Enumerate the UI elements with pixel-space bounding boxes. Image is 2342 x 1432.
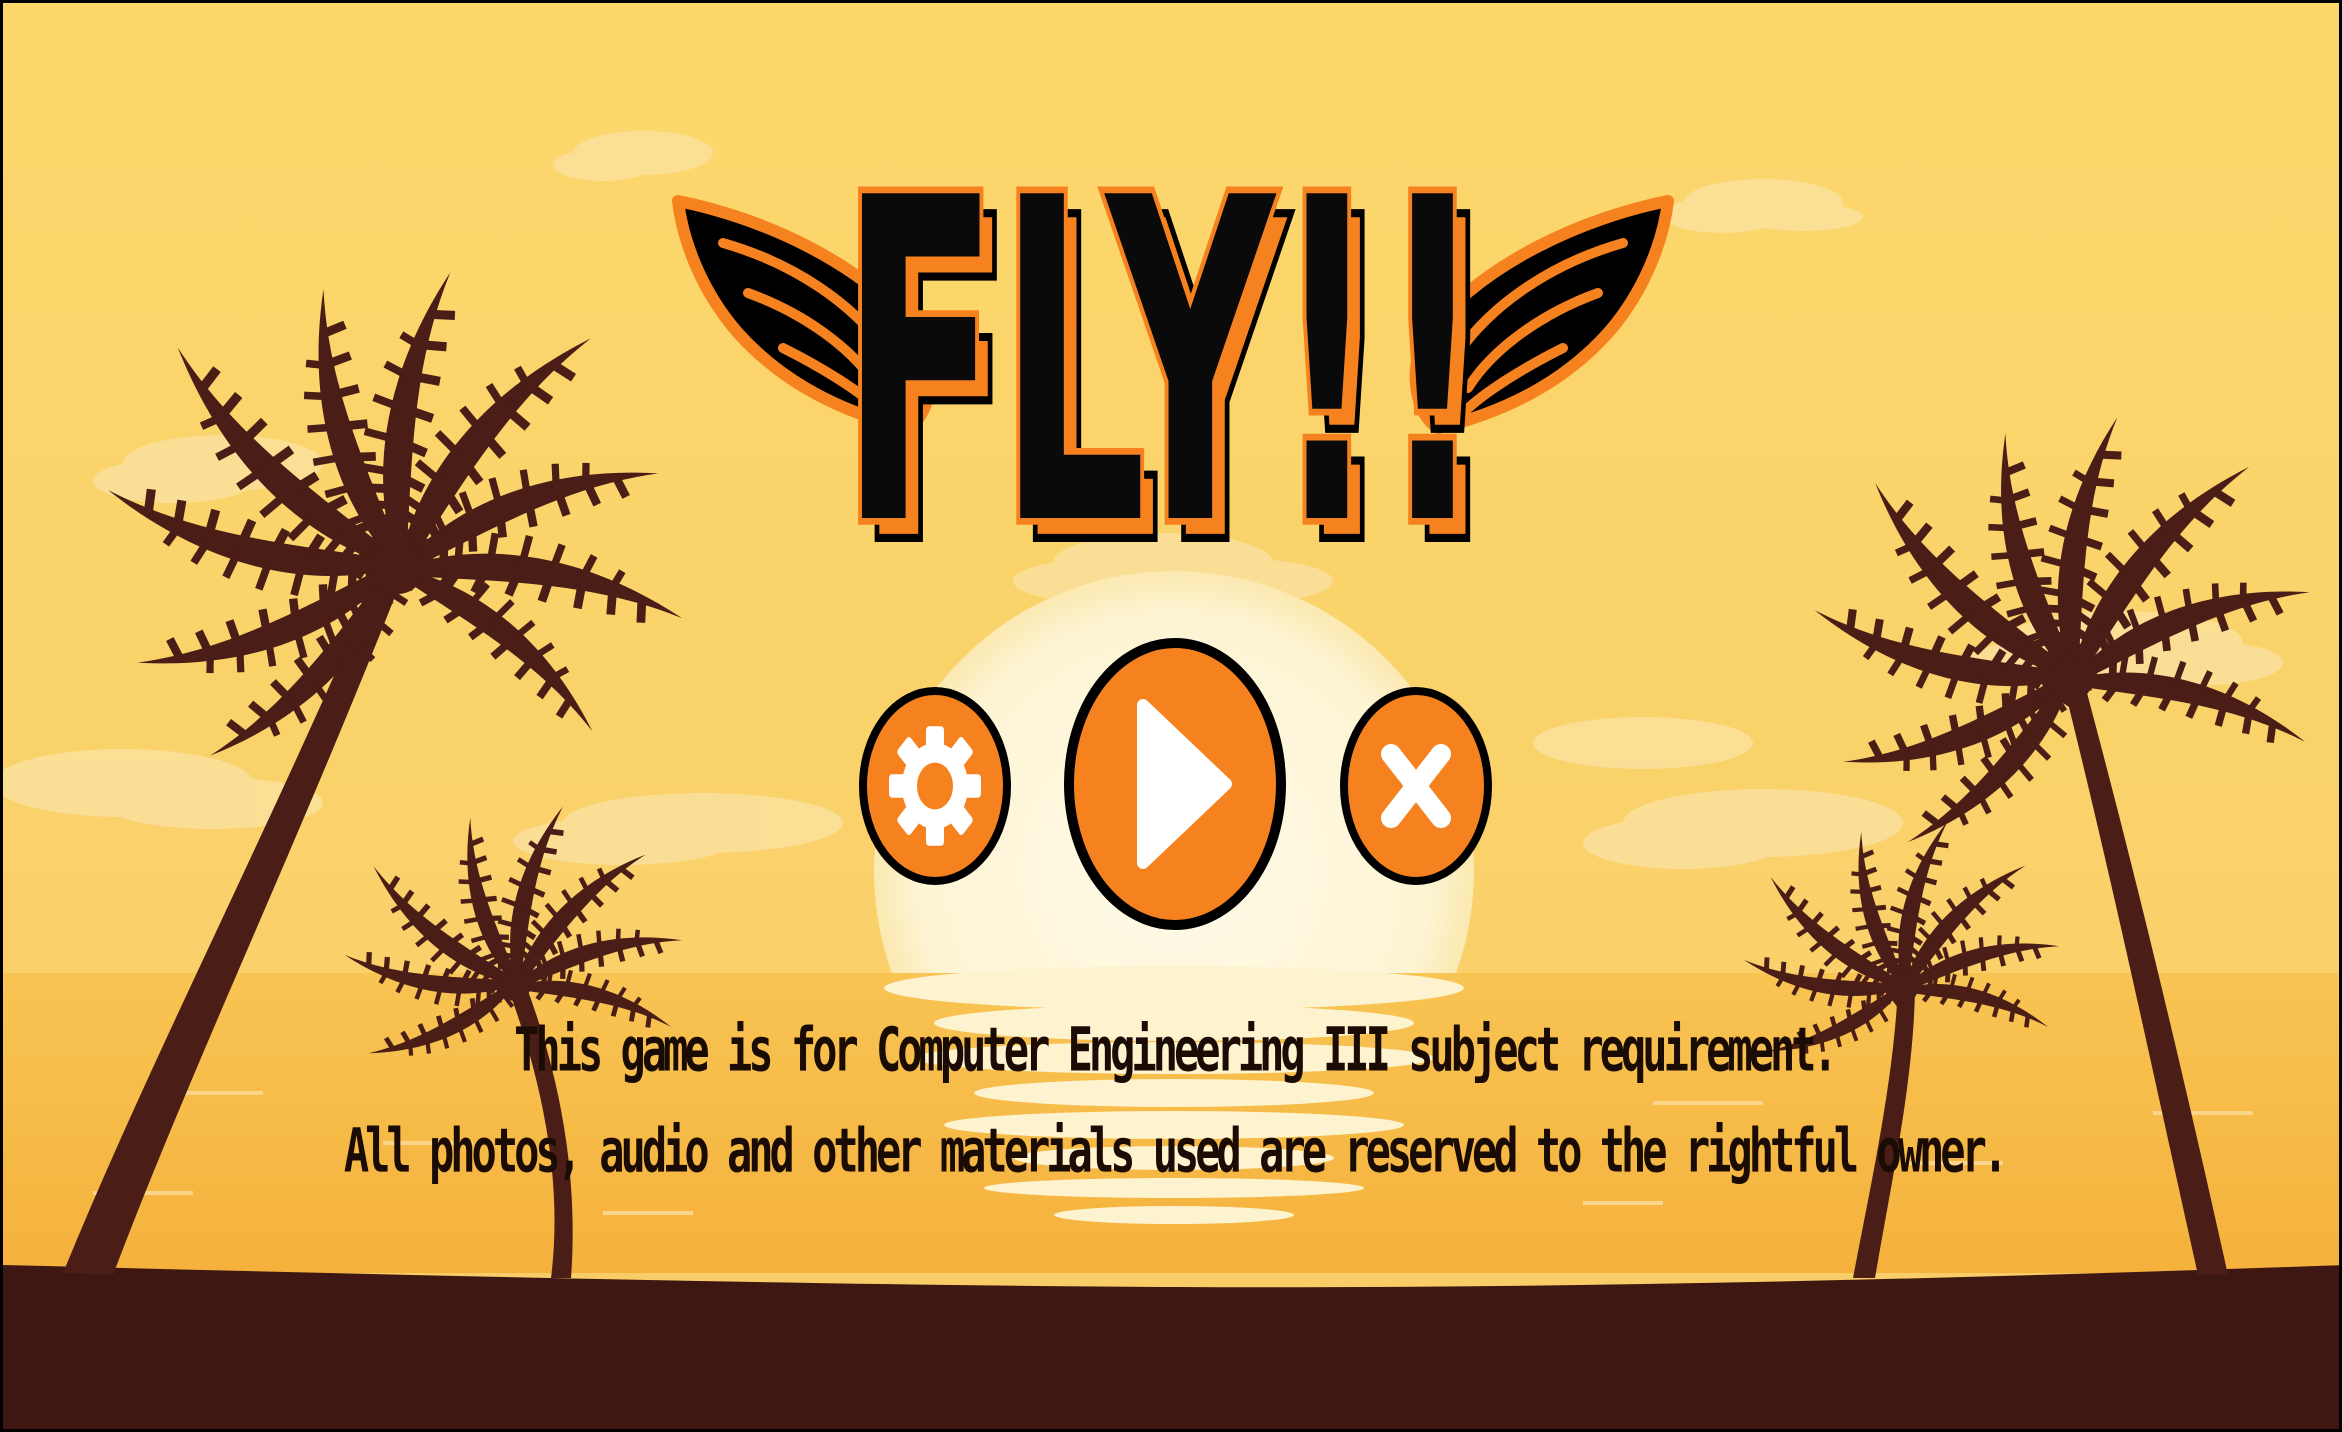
settings-button[interactable] bbox=[858, 686, 1012, 886]
game-title: FLY!! bbox=[841, 104, 1485, 623]
ground bbox=[3, 1265, 2339, 1429]
credit-line-rights: All photos, audio and other materials us… bbox=[343, 1114, 2008, 1187]
exit-button[interactable] bbox=[1339, 686, 1493, 886]
credit-line-subject: This game is for Computer Engineering II… bbox=[514, 1013, 1838, 1086]
game-title-screen: FLY!! FLY!! This game is for Computer En… bbox=[0, 0, 2342, 1432]
play-button[interactable] bbox=[1061, 635, 1289, 933]
gear-icon bbox=[889, 726, 981, 846]
